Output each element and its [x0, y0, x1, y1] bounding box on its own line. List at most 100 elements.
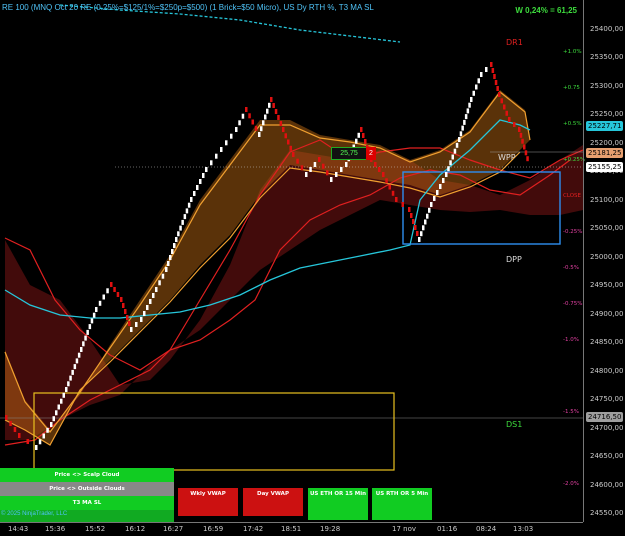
renko-brick — [309, 167, 312, 172]
renko-brick — [442, 178, 445, 183]
renko-brick — [88, 324, 92, 330]
renko-brick — [519, 132, 523, 138]
price-tag-wpp: 25181,25 — [586, 148, 624, 158]
renko-brick — [173, 243, 176, 248]
renko-brick — [287, 139, 290, 145]
renko-brick — [215, 153, 218, 159]
renko-brick — [57, 404, 60, 410]
renko-brick — [69, 375, 72, 381]
pct-level-plus-1: +1.0% — [563, 49, 582, 55]
renko-brick — [26, 439, 29, 444]
renko-brick — [279, 121, 283, 126]
time-tick: 17 nov — [392, 525, 416, 533]
last-price-box[interactable]: 25,75 — [331, 147, 367, 160]
renko-brick — [175, 237, 178, 242]
time-tick: 16:27 — [163, 525, 184, 533]
day-vwap-button[interactable]: Day VWAP — [243, 488, 303, 516]
renko-brick — [524, 150, 528, 156]
t3-ma-sl-button[interactable]: T3 MA SL — [0, 496, 174, 510]
renko-brick — [149, 299, 152, 304]
renko-brick — [355, 138, 358, 144]
pivot-ds1: DS1 — [506, 420, 523, 429]
renko-brick — [140, 317, 143, 322]
renko-brick — [210, 160, 213, 166]
renko-brick — [296, 158, 299, 164]
time-tick: 15:36 — [45, 525, 66, 533]
price-tag-ds1: 24716,50 — [586, 412, 624, 422]
renko-brick — [418, 237, 421, 242]
price-tag-ma: 25227,71 — [586, 121, 624, 131]
renko-chart-canvas[interactable] — [0, 0, 625, 535]
renko-brick — [179, 225, 182, 231]
renko-brick — [202, 173, 205, 178]
renko-brick — [220, 147, 223, 152]
renko-brick — [55, 410, 58, 416]
time-tick: 19:28 — [320, 525, 341, 533]
renko-brick — [106, 288, 109, 294]
renko-brick — [73, 364, 77, 370]
renko-brick — [503, 104, 506, 110]
time-tick: 14:43 — [8, 525, 29, 533]
renko-brick — [385, 178, 388, 184]
renko-brick — [318, 157, 321, 162]
renko-brick — [92, 312, 96, 318]
renko-brick — [447, 166, 450, 172]
renko-brick — [455, 142, 459, 148]
pct-level-minus-2: -2.0% — [563, 481, 579, 487]
renko-brick — [326, 170, 329, 176]
renko-brick — [52, 416, 55, 422]
renko-brick — [5, 415, 8, 420]
price-outside-clouds-button[interactable]: Price <> Outside Clouds — [0, 482, 174, 496]
time-tick: 15:52 — [85, 525, 106, 533]
renko-brick — [330, 177, 333, 182]
renko-brick — [284, 133, 287, 139]
renko-brick — [230, 133, 233, 139]
renko-brick — [90, 318, 94, 324]
pct-level-minus-05: -0.5% — [563, 265, 579, 271]
renko-brick — [300, 165, 304, 171]
pivot-dpp: DPP — [506, 255, 522, 264]
renko-brick — [422, 225, 425, 231]
renko-brick — [254, 125, 258, 131]
renko-brick — [401, 202, 404, 207]
renko-brick — [143, 311, 146, 316]
renko-brick — [258, 132, 261, 137]
renko-brick — [146, 305, 149, 310]
weekly-change-label: W 0,24% = 61,25 — [515, 6, 577, 15]
renko-brick — [453, 148, 457, 154]
time-tick: 16:12 — [125, 525, 146, 533]
renko-brick — [345, 162, 348, 167]
renko-brick — [470, 97, 473, 102]
renko-brick — [433, 196, 436, 201]
position-quantity[interactable]: 2 — [366, 147, 376, 160]
time-tick: 16:59 — [203, 525, 224, 533]
renko-brick — [374, 162, 377, 167]
time-axis[interactable]: 14:43 15:36 15:52 16:12 16:27 16:59 17:4… — [0, 522, 583, 536]
time-tick: 17:42 — [243, 525, 264, 533]
pct-level-minus-15: -1.5% — [563, 409, 579, 415]
price-tick: 24850,00 — [590, 338, 624, 346]
renko-brick — [264, 114, 267, 120]
renko-brick — [155, 287, 158, 292]
renko-brick — [274, 109, 278, 114]
wkly-vwap-button[interactable]: Wkly VWAP — [178, 488, 238, 516]
renko-brick — [190, 197, 193, 202]
us-rth-or-button[interactable]: US RTH OR 5 Min — [372, 488, 432, 520]
renko-brick — [485, 67, 488, 72]
renko-brick — [505, 110, 508, 116]
price-tick: 24650,00 — [590, 452, 624, 460]
renko-brick — [167, 261, 170, 266]
renko-brick — [270, 97, 273, 102]
renko-brick — [152, 293, 155, 298]
renko-brick — [412, 219, 415, 224]
renko-brick — [122, 303, 125, 308]
us-eth-or-button[interactable]: US ETH OR 15 Min — [308, 488, 368, 520]
price-axis[interactable]: 25400,00 25350,00 25300,00 25250,00 2520… — [583, 0, 625, 522]
renko-brick — [124, 309, 127, 314]
renko-brick — [196, 185, 199, 190]
renko-brick — [9, 421, 12, 426]
time-tick: 13:03 — [513, 525, 534, 533]
renko-brick — [395, 197, 398, 202]
renko-brick — [169, 255, 172, 260]
price-scalp-cloud-button[interactable]: Price <> Scalp Cloud — [0, 468, 174, 482]
